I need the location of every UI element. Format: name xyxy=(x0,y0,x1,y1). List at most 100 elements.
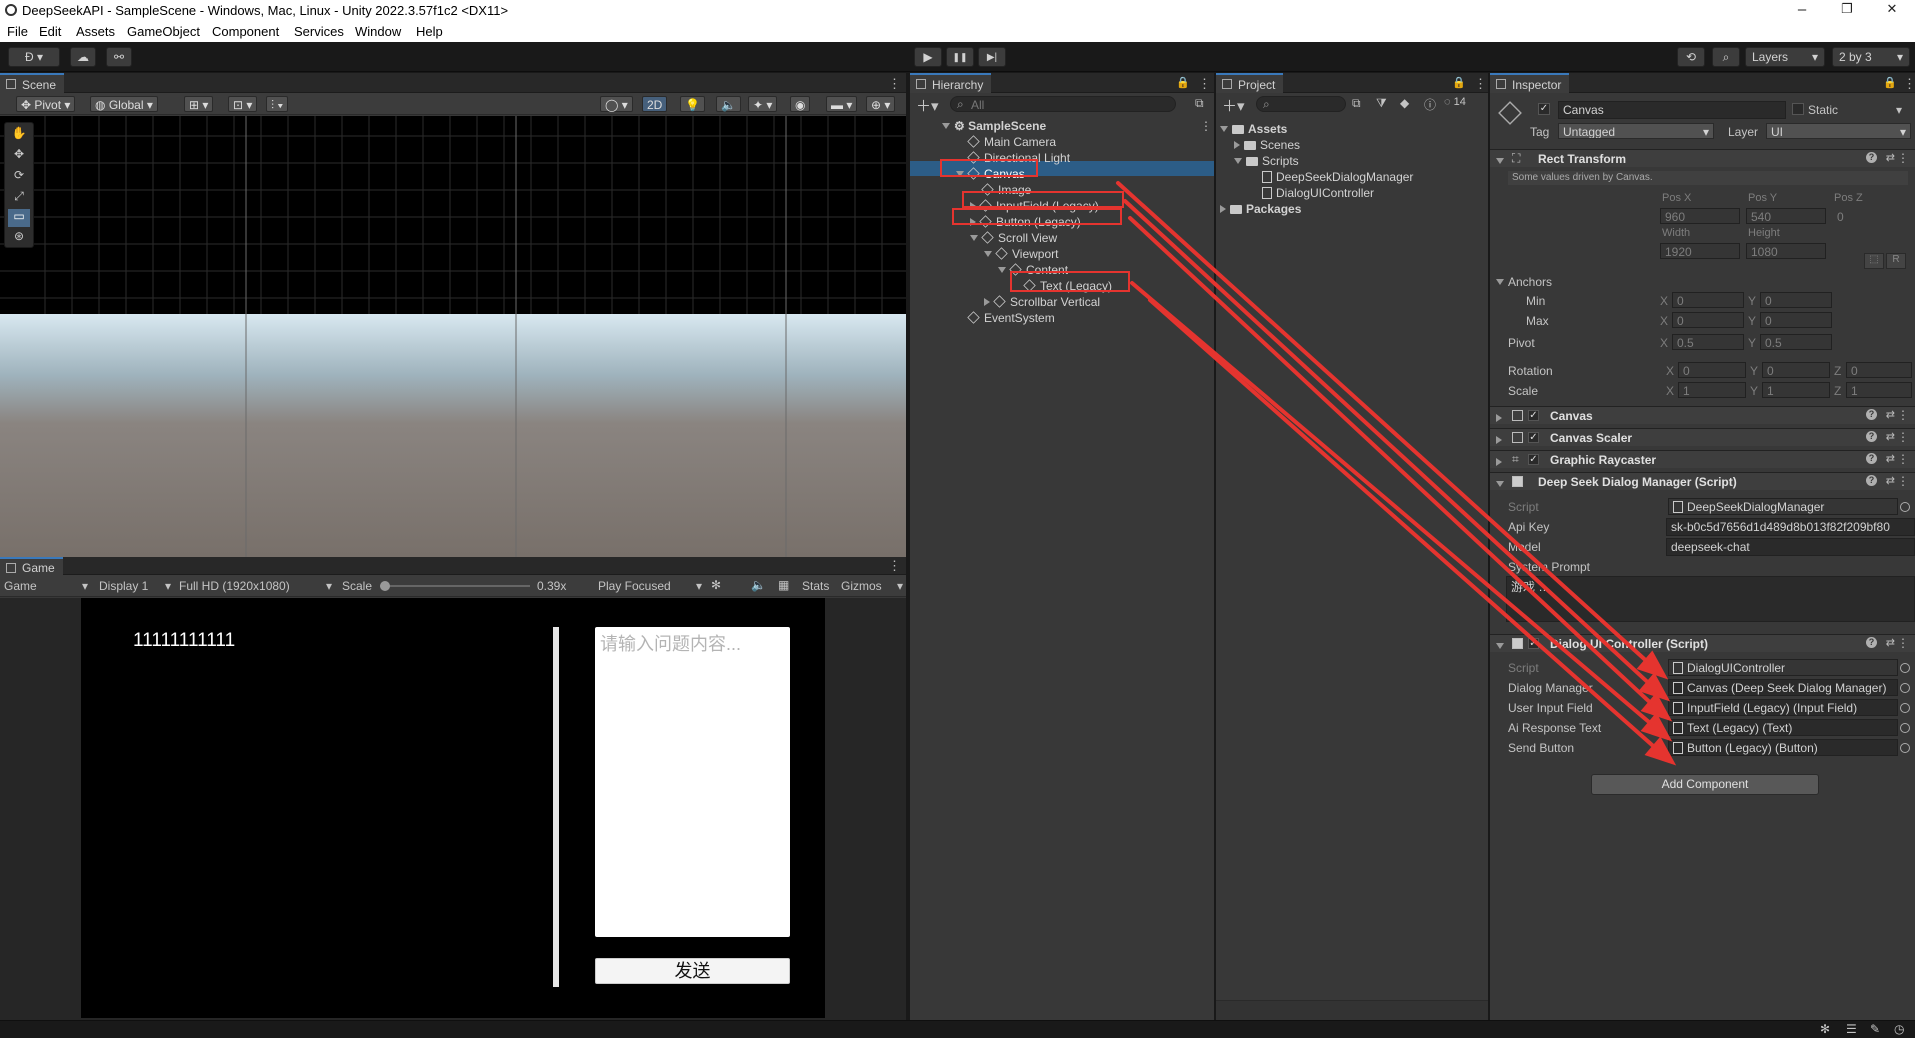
camera-dropdown[interactable]: ▬ ▾ xyxy=(826,96,858,112)
tab-game[interactable]: Game xyxy=(0,557,63,575)
audio-mute-icon[interactable]: 🔈 xyxy=(751,578,766,592)
add-component-button[interactable]: Add Component xyxy=(1591,774,1819,795)
minimize-button[interactable]: – xyxy=(1787,1,1817,18)
help-icon[interactable]: ? xyxy=(1866,409,1877,420)
visibility-toggle[interactable]: ◉ xyxy=(790,96,811,112)
maximize-button[interactable]: ❐ xyxy=(1832,1,1862,17)
hand-tool-icon[interactable]: ✋ xyxy=(8,126,30,144)
component-menu-icon[interactable]: ⋮ xyxy=(1897,151,1909,165)
component-deepseek-dialog-manager[interactable]: Deep Seek Dialog Manager (Script) ? ⇄ ⋮ xyxy=(1490,472,1915,490)
filter-type-icon[interactable]: ⧉ xyxy=(1352,96,1361,111)
panel-menu-icon[interactable]: ⋮ xyxy=(1198,76,1211,92)
component-menu-icon[interactable]: ⋮ xyxy=(1897,452,1909,466)
draw-mode-dropdown[interactable]: ◯ ▾ xyxy=(600,96,633,112)
chevron-down-icon[interactable]: ▾ xyxy=(1896,103,1902,117)
component-rect-transform[interactable]: ⛶ Rect Transform ? ⇄ ⋮ xyxy=(1490,149,1915,167)
tab-project[interactable]: Project xyxy=(1216,73,1284,93)
increment-snap-button[interactable]: ⫶ ▾ xyxy=(266,96,289,112)
tree-item-packages[interactable]: Packages xyxy=(1220,202,1301,218)
play-focused-dropdown[interactable]: Play Focused ▾ xyxy=(598,579,702,593)
layer-dropdown[interactable]: UI ▾ xyxy=(1766,123,1911,139)
game-view-dropdown[interactable]: Game ▾ xyxy=(4,579,88,593)
preset-icon[interactable]: ⇄ xyxy=(1886,474,1895,487)
help-icon[interactable]: ? xyxy=(1866,475,1877,486)
panel-menu-icon[interactable]: ⋮ xyxy=(1903,76,1915,92)
system-prompt-field[interactable]: 游戏 … xyxy=(1506,576,1915,622)
stats-button[interactable]: Stats xyxy=(802,579,829,593)
scene-menu-icon[interactable]: ⋮ xyxy=(1200,119,1212,133)
lock-icon[interactable]: 🔒 xyxy=(1452,76,1466,89)
tree-item-main-camera[interactable]: Main Camera xyxy=(967,135,1056,151)
rotate-tool-icon[interactable]: ⟳ xyxy=(8,168,30,186)
component-dialog-ui-controller[interactable]: ✓ Dialog UI Controller (Script) ? ⇄ ⋮ xyxy=(1490,634,1915,652)
account-button[interactable]: Ð ▾ xyxy=(8,47,60,67)
menu-edit[interactable]: Edit xyxy=(39,24,61,39)
tree-item-samplescene[interactable]: ⚙ SampleScene xyxy=(942,119,1046,135)
create-asset-button[interactable]: ＋▾ xyxy=(1222,95,1245,116)
tag-dropdown[interactable]: Untagged ▾ xyxy=(1558,123,1714,139)
object-name-field[interactable]: Canvas xyxy=(1558,101,1786,119)
question-input[interactable]: 请输入问题内容... xyxy=(595,627,790,937)
panel-menu-icon[interactable]: ⋮ xyxy=(1474,76,1487,92)
enabled-checkbox[interactable]: ✓ xyxy=(1528,432,1539,443)
scrollbar-vertical[interactable] xyxy=(553,627,559,987)
lock-icon[interactable]: 🔒 xyxy=(1176,76,1190,89)
preset-icon[interactable]: ⇄ xyxy=(1886,636,1895,649)
cloud-button[interactable]: ☁ xyxy=(70,47,96,67)
model-field[interactable]: deepseek-chat xyxy=(1666,538,1915,556)
2d-toggle[interactable]: 2D xyxy=(642,96,668,112)
help-icon[interactable]: ? xyxy=(1866,152,1877,163)
enabled-checkbox[interactable]: ✓ xyxy=(1528,410,1539,421)
tree-item-dialoguicontroller[interactable]: DialogUIController xyxy=(1262,186,1374,202)
transform-tool-icon[interactable]: ⊛ xyxy=(8,229,30,247)
scale-slider[interactable] xyxy=(380,585,530,587)
snap-button[interactable]: ⊞ ▾ xyxy=(184,96,214,112)
object-picker-icon[interactable] xyxy=(1900,743,1910,753)
collab-button[interactable]: ⚯ xyxy=(106,47,132,67)
grid-view-icon[interactable]: ▦ xyxy=(778,578,789,592)
component-graphic-raycaster[interactable]: ⌗ ✓ Graphic Raycaster ? ⇄ ⋮ xyxy=(1490,450,1915,468)
component-menu-icon[interactable]: ⋮ xyxy=(1897,474,1909,488)
resolution-dropdown[interactable]: Full HD (1920x1080) ▾ xyxy=(179,579,332,593)
menu-component[interactable]: Component xyxy=(212,24,279,39)
close-button[interactable]: ✕ xyxy=(1877,1,1907,17)
object-picker-icon[interactable] xyxy=(1900,683,1910,693)
panel-menu-icon[interactable]: ⋮ xyxy=(888,558,901,574)
tab-scene[interactable]: Scene xyxy=(0,73,65,93)
menu-window[interactable]: Window xyxy=(355,24,401,39)
undo-history-button[interactable]: ⟲ xyxy=(1677,47,1705,67)
component-canvas-scaler[interactable]: ✓ Canvas Scaler ? ⇄ ⋮ xyxy=(1490,428,1915,446)
layout-dropdown[interactable]: 2 by 3 ▾ xyxy=(1832,47,1910,67)
pause-button[interactable]: ❚❚ xyxy=(946,47,974,67)
filter-label-icon[interactable]: ⧩ xyxy=(1376,96,1387,111)
component-menu-icon[interactable]: ⋮ xyxy=(1897,636,1909,650)
global-dropdown[interactable]: ◍ Global ▾ xyxy=(90,96,158,112)
scale-slider-thumb[interactable] xyxy=(380,581,390,591)
debug-icon[interactable]: ✎ xyxy=(1870,1022,1880,1036)
project-search-input[interactable]: ⌕ xyxy=(1256,96,1346,112)
game-render[interactable]: 11111111111 请输入问题内容... 发送 xyxy=(81,598,825,1018)
hierarchy-search-input[interactable]: ⌕ All xyxy=(950,96,1176,112)
bug-icon[interactable]: ✻ xyxy=(711,578,721,592)
scene-visibility-icon[interactable]: ⧉ xyxy=(1195,96,1204,111)
tree-item-scripts[interactable]: Scripts xyxy=(1234,154,1299,170)
tree-item-deepseekdialogmanager[interactable]: DeepSeekDialogManager xyxy=(1262,170,1413,186)
help-icon[interactable]: ? xyxy=(1866,431,1877,442)
move-tool-icon[interactable]: ✥ xyxy=(8,147,30,165)
static-checkbox[interactable] xyxy=(1792,103,1804,115)
dialog-manager-field[interactable]: Canvas (Deep Seek Dialog Manager) xyxy=(1668,679,1898,696)
add-object-button[interactable]: ＋▾ xyxy=(916,95,939,116)
send-button-ref[interactable]: Button (Legacy) (Button) xyxy=(1668,739,1898,756)
preset-icon[interactable]: ⇄ xyxy=(1886,430,1895,443)
active-checkbox[interactable]: ✓ xyxy=(1538,103,1550,115)
menu-assets[interactable]: Assets xyxy=(76,24,115,39)
scene-viewport[interactable]: ✋ ✥ ⟳ ⤢ ▭ ⊛ xyxy=(0,116,906,557)
search-button[interactable]: ⌕ xyxy=(1712,47,1740,67)
component-canvas[interactable]: ✓ Canvas ? ⇄ ⋮ xyxy=(1490,406,1915,424)
grid-snap-button[interactable]: ⊡ ▾ xyxy=(228,96,258,112)
preset-icon[interactable]: ⇄ xyxy=(1886,452,1895,465)
tree-item-viewport[interactable]: Viewport xyxy=(984,247,1058,263)
step-button[interactable]: ▶| xyxy=(978,47,1006,67)
tab-inspector[interactable]: Inspector xyxy=(1490,73,1570,93)
menu-file[interactable]: File xyxy=(7,24,28,39)
